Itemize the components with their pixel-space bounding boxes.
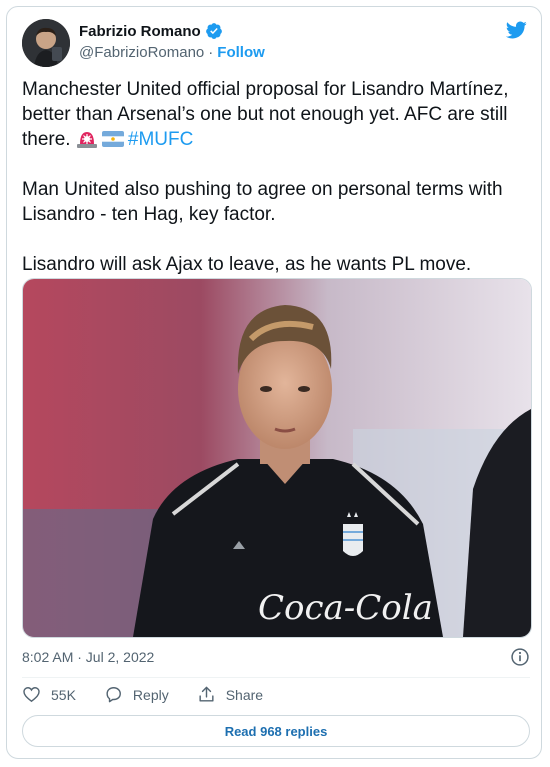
rotating-light-emoji-icon <box>76 132 97 148</box>
handle-separator: · <box>208 44 214 61</box>
tweet-paragraph-1: Manchester United official proposal for … <box>22 77 532 152</box>
author-name[interactable]: Fabrizio Romano <box>79 23 201 40</box>
author-handle[interactable]: @FabrizioRomano <box>79 44 204 61</box>
like-button[interactable]: 55K <box>22 685 76 704</box>
share-icon <box>199 686 214 702</box>
avatar[interactable] <box>22 19 70 67</box>
follow-button[interactable]: Follow <box>217 44 265 61</box>
share-label: Share <box>225 686 264 703</box>
like-count: 55K <box>51 686 76 703</box>
reply-button[interactable]: Reply <box>104 685 169 704</box>
action-bar: 55K Reply Share <box>22 685 291 704</box>
share-button[interactable]: Share <box>197 685 263 704</box>
tweet-text: Manchester United official proposal for … <box>22 77 532 277</box>
player-photo-image: Coca-Cola <box>23 279 531 637</box>
hashtag-link[interactable]: #MUFC <box>128 129 193 150</box>
tweet-paragraph-2: Man United also pushing to agree on pers… <box>22 179 503 225</box>
jersey-sponsor-text: Coca-Cola <box>258 588 433 628</box>
tweet-photo[interactable]: Coca-Cola <box>22 278 532 638</box>
reply-label: Reply <box>132 686 169 703</box>
divider <box>22 677 530 678</box>
twitter-bird-icon[interactable] <box>503 19 529 41</box>
read-replies-button[interactable]: Read 968 replies <box>22 715 530 747</box>
tweet-paragraph-3: Lisandro will ask Ajax to leave, as he w… <box>22 254 472 275</box>
tweet-card: Fabrizio Romano @FabrizioRomano · Follow… <box>6 6 542 759</box>
argentina-flag-emoji-icon <box>101 131 124 147</box>
tweet-timestamp[interactable]: 8:02 AM · Jul 2, 2022 <box>22 649 154 665</box>
verified-badge-icon <box>205 23 222 39</box>
reply-bubble-icon <box>106 687 121 703</box>
info-icon[interactable] <box>510 647 530 667</box>
heart-icon <box>23 687 40 703</box>
